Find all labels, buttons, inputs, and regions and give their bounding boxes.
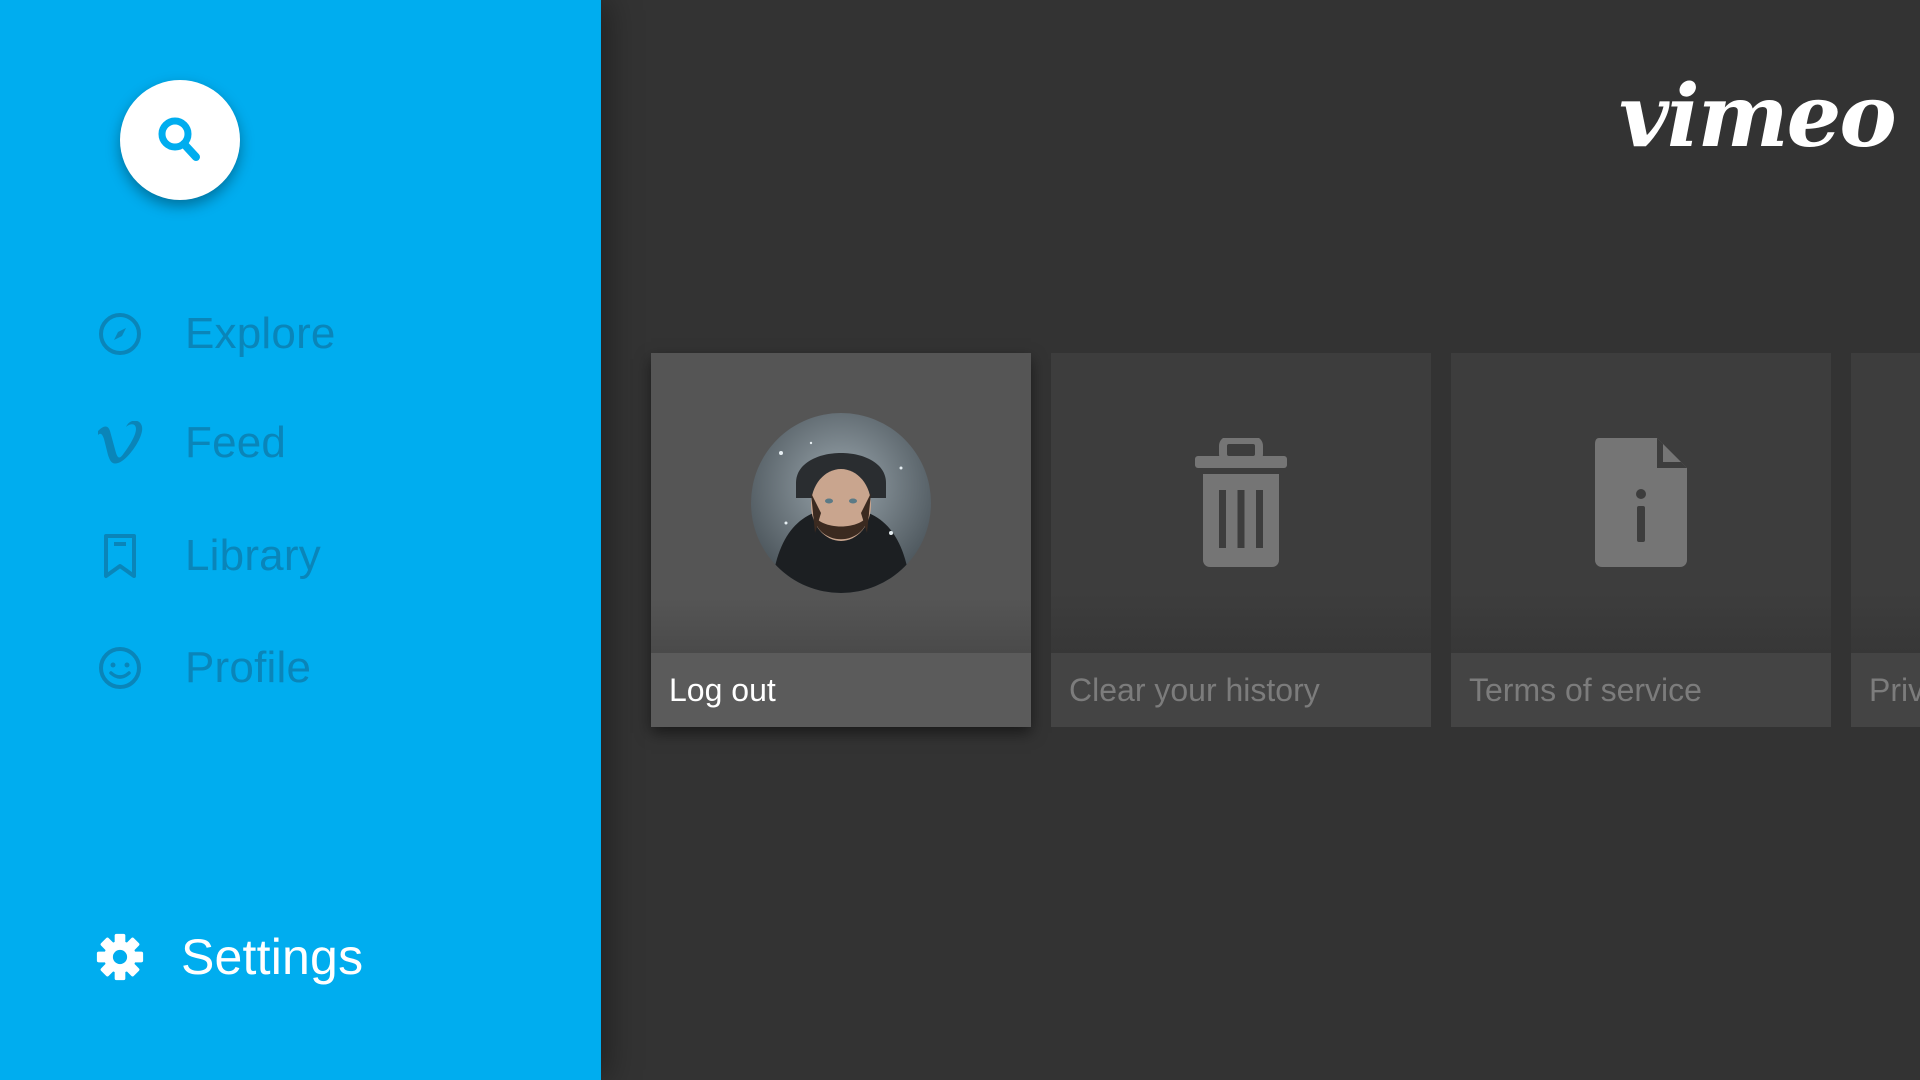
- sidebar-item-explore[interactable]: Explore: [96, 304, 336, 364]
- card-image-area: [1851, 353, 1920, 653]
- card-label: Priv: [1869, 671, 1920, 708]
- vimeo-logo: vimeo: [1619, 66, 1897, 167]
- card-label: Terms of service: [1469, 671, 1702, 708]
- sidebar-item-label: Profile: [185, 643, 312, 692]
- sidebar-item-settings[interactable]: Settings: [96, 927, 363, 987]
- card-footer: Clear your history: [1051, 653, 1431, 727]
- document-info-icon: [1595, 438, 1687, 567]
- search-icon: [158, 117, 200, 161]
- sidebar-item-library[interactable]: Library: [96, 526, 321, 586]
- card-image-area: [1451, 353, 1831, 653]
- app-window: Explore Feed Library Profile Settings vi…: [0, 0, 1920, 1080]
- card-footer: Terms of service: [1451, 653, 1831, 727]
- logout-card[interactable]: Log out: [651, 353, 1031, 727]
- clear-history-card[interactable]: Clear your history: [1051, 353, 1431, 727]
- sidebar-item-profile[interactable]: Profile: [96, 638, 311, 698]
- sidebar-item-feed[interactable]: Feed: [96, 413, 286, 473]
- card-footer: Log out: [651, 653, 1031, 727]
- settings-panel: vimeo Log out Clear your history Terms o…: [601, 0, 1920, 1080]
- sidebar-item-label: Library: [185, 531, 321, 580]
- sidebar-item-label: Explore: [185, 309, 336, 358]
- sidebar: Explore Feed Library Profile Settings: [0, 0, 601, 1080]
- vimeo-v-icon: [96, 419, 144, 467]
- privacy-card[interactable]: Priv: [1851, 353, 1920, 727]
- compass-icon: [96, 310, 144, 358]
- card-footer: Priv: [1851, 653, 1920, 727]
- smiley-face-icon: [96, 644, 144, 692]
- trash-icon: [1195, 438, 1287, 567]
- card-image-area: [1051, 353, 1431, 653]
- gear-icon: [96, 933, 144, 981]
- sidebar-item-label: Feed: [185, 418, 287, 467]
- avatar: [751, 413, 931, 593]
- bookmark-icon: [96, 532, 144, 580]
- terms-of-service-card[interactable]: Terms of service: [1451, 353, 1831, 727]
- card-label: Log out: [669, 671, 776, 708]
- search-button[interactable]: [120, 80, 240, 200]
- card-label: Clear your history: [1069, 671, 1320, 708]
- sidebar-item-label: Settings: [181, 929, 364, 985]
- card-image-area: [651, 353, 1031, 653]
